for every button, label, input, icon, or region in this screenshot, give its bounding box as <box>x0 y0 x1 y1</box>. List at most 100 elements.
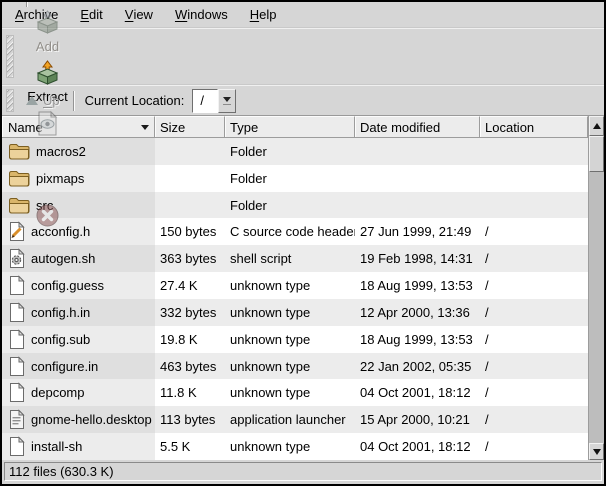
table-row[interactable]: install-sh5.5 Kunknown type04 Oct 2001, … <box>2 433 588 460</box>
file-name-cell: acconfig.h <box>2 218 155 245</box>
scroll-down-button[interactable] <box>589 443 604 460</box>
file-size-cell <box>155 165 225 192</box>
scroll-up-button[interactable] <box>589 116 604 136</box>
column-header-location[interactable]: Location <box>480 116 588 138</box>
file-date-cell <box>355 165 480 192</box>
location-combo: / <box>192 89 236 113</box>
location-bar-drag-handle[interactable] <box>6 89 14 112</box>
file-type-cell: unknown type <box>225 272 355 299</box>
file-type-cell: Folder <box>225 138 355 165</box>
file-size-cell: 150 bytes <box>155 218 225 245</box>
menu-help[interactable]: Help <box>239 2 288 27</box>
scrollbar-thumb[interactable] <box>589 136 604 172</box>
c-header-file-icon <box>8 221 25 242</box>
file-name-cell: install-sh <box>2 433 155 460</box>
file-location-cell <box>480 138 588 165</box>
location-input[interactable]: / <box>192 89 218 113</box>
status-bar: 112 files (630.3 K) <box>2 460 604 484</box>
location-bar: Up Current Location: / <box>2 85 604 115</box>
file-date-cell <box>355 138 480 165</box>
column-header-date-modified[interactable]: Date modified <box>355 116 480 138</box>
file-location-cell: / <box>480 272 588 299</box>
column-header-size[interactable]: Size <box>155 116 225 138</box>
location-dropdown-button[interactable] <box>218 89 236 113</box>
sort-descending-icon <box>141 125 149 130</box>
file-name: macros2 <box>36 144 86 159</box>
file-name-cell: configure.in <box>2 353 155 380</box>
file-name: pixmaps <box>36 171 84 186</box>
file-size-cell: 11.8 K <box>155 379 225 406</box>
toolbar-drag-handle[interactable] <box>6 35 14 78</box>
plain-file-icon <box>8 382 25 403</box>
plain-file-icon <box>8 302 25 323</box>
status-text: 112 files (630.3 K) <box>9 464 114 479</box>
plain-file-icon <box>8 275 25 296</box>
location-bar-separator <box>73 91 75 111</box>
file-name-cell: depcomp <box>2 379 155 406</box>
file-name: gnome-hello.desktop <box>31 412 152 427</box>
column-header-type[interactable]: Type <box>225 116 355 138</box>
menu-windows[interactable]: Windows <box>164 2 239 27</box>
file-size-cell: 27.4 K <box>155 272 225 299</box>
file-date-cell: 04 Oct 2001, 18:12 <box>355 433 480 460</box>
shell-script-file-icon <box>8 248 25 269</box>
file-name-cell: macros2 <box>2 138 155 165</box>
file-location-cell: / <box>480 379 588 406</box>
table-row[interactable]: acconfig.h150 bytesC source code header2… <box>2 218 588 245</box>
table-row[interactable]: macros2 Folder <box>2 138 588 165</box>
file-location-cell: / <box>480 245 588 272</box>
file-type-cell: Folder <box>225 192 355 219</box>
file-date-cell <box>355 192 480 219</box>
file-size-cell: 332 bytes <box>155 299 225 326</box>
file-date-cell: 22 Jan 2002, 05:35 <box>355 353 480 380</box>
add-package-icon <box>34 10 61 37</box>
table-row[interactable]: configure.in463 bytesunknown type22 Jan … <box>2 353 588 380</box>
table-row[interactable]: depcomp11.8 Kunknown type04 Oct 2001, 18… <box>2 379 588 406</box>
file-location-cell: / <box>480 299 588 326</box>
plain-file-icon <box>8 436 25 457</box>
status-frame: 112 files (630.3 K) <box>4 462 602 481</box>
file-date-cell: 04 Oct 2001, 18:12 <box>355 379 480 406</box>
column-header-name[interactable]: Name <box>2 116 155 138</box>
file-type-cell: unknown type <box>225 379 355 406</box>
table-row[interactable]: config.h.in332 bytesunknown type12 Apr 2… <box>2 299 588 326</box>
up-button[interactable]: Up <box>19 91 67 110</box>
file-name: config.guess <box>31 278 104 293</box>
file-size-cell: 363 bytes <box>155 245 225 272</box>
column-headers: NameSizeTypeDate modifiedLocation <box>2 116 588 138</box>
vertical-scrollbar[interactable] <box>588 116 604 460</box>
table-row[interactable]: autogen.sh 363 bytesshell script19 Feb 19… <box>2 245 588 272</box>
file-name-cell: gnome-hello.desktop <box>2 406 155 433</box>
menu-edit[interactable]: Edit <box>69 2 113 27</box>
file-date-cell: 18 Aug 1999, 13:53 <box>355 272 480 299</box>
file-name-cell: config.guess <box>2 272 155 299</box>
file-name-cell: config.sub <box>2 326 155 353</box>
file-location-cell: / <box>480 353 588 380</box>
up-arrow-icon <box>26 96 38 105</box>
file-name-cell: autogen.sh <box>2 245 155 272</box>
toolbar: NewOpenAddExtractViewStop <box>2 28 604 85</box>
file-type-cell: application launcher <box>225 406 355 433</box>
table-row[interactable]: srcFolder <box>2 192 588 219</box>
table-row[interactable]: config.guess 27.4 Kunknown type18 Aug 199… <box>2 272 588 299</box>
file-size-cell: 5.5 K <box>155 433 225 460</box>
file-name: autogen.sh <box>31 251 95 266</box>
folder-icon <box>8 142 30 161</box>
file-name: config.sub <box>31 332 90 347</box>
menu-view[interactable]: View <box>114 2 164 27</box>
file-type-cell: unknown type <box>225 326 355 353</box>
scroll-down-arrow-icon <box>593 449 601 455</box>
toolbar-button-label: Add <box>36 40 59 53</box>
table-row[interactable]: config.sub19.8 Kunknown type18 Aug 1999,… <box>2 326 588 353</box>
file-rows: macros2FolderpixmapsFoldersrcFolderaccon… <box>2 138 588 460</box>
table-row[interactable]: gnome-hello.desktop113 bytesapplication … <box>2 406 588 433</box>
view-document-icon <box>34 110 61 137</box>
file-type-cell: shell script <box>225 245 355 272</box>
folder-icon <box>8 169 30 188</box>
table-row[interactable]: pixmapsFolder <box>2 165 588 192</box>
file-list-area: NameSizeTypeDate modifiedLocation macros… <box>2 115 604 460</box>
scrollbar-trough[interactable] <box>589 136 604 443</box>
file-type-cell: unknown type <box>225 433 355 460</box>
scroll-up-arrow-icon <box>593 123 601 129</box>
file-date-cell: 19 Feb 1998, 14:31 <box>355 245 480 272</box>
